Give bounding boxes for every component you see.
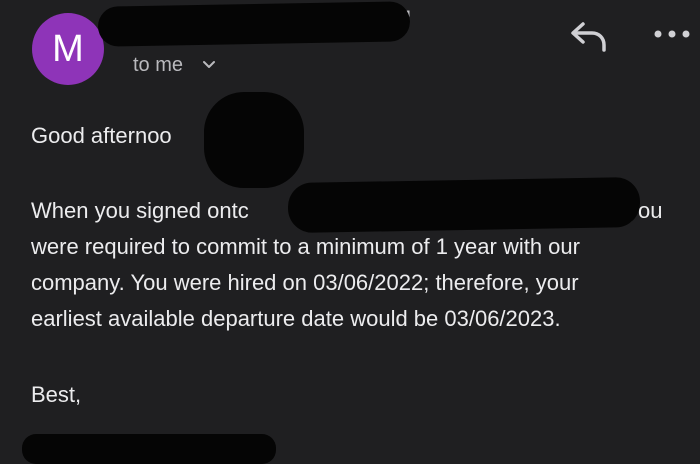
chevron-down-icon[interactable] — [203, 60, 215, 70]
more-dots-icon[interactable] — [650, 16, 694, 52]
recipient-label: to me — [133, 54, 184, 76]
email-line-2: were required to commit to a minimum of … — [31, 234, 580, 259]
redaction-signature — [22, 434, 276, 464]
recipient-details-toggle[interactable]: to me — [133, 54, 183, 77]
email-signoff: Best, — [31, 382, 82, 407]
redaction-sender — [97, 1, 411, 47]
email-line-4: earliest available departure date would … — [31, 306, 561, 331]
email-greeting: Good afternoo — [31, 123, 172, 148]
reply-arrow-icon[interactable] — [568, 18, 608, 54]
email-line-1-start: When you signed ontc — [31, 198, 249, 223]
sender-avatar[interactable]: M — [32, 13, 104, 85]
email-line-3: company. You were hired on 03/06/2022; t… — [31, 270, 579, 295]
redaction-greeting — [204, 92, 304, 188]
redaction-company — [287, 176, 641, 234]
avatar-letter: M — [52, 28, 84, 70]
